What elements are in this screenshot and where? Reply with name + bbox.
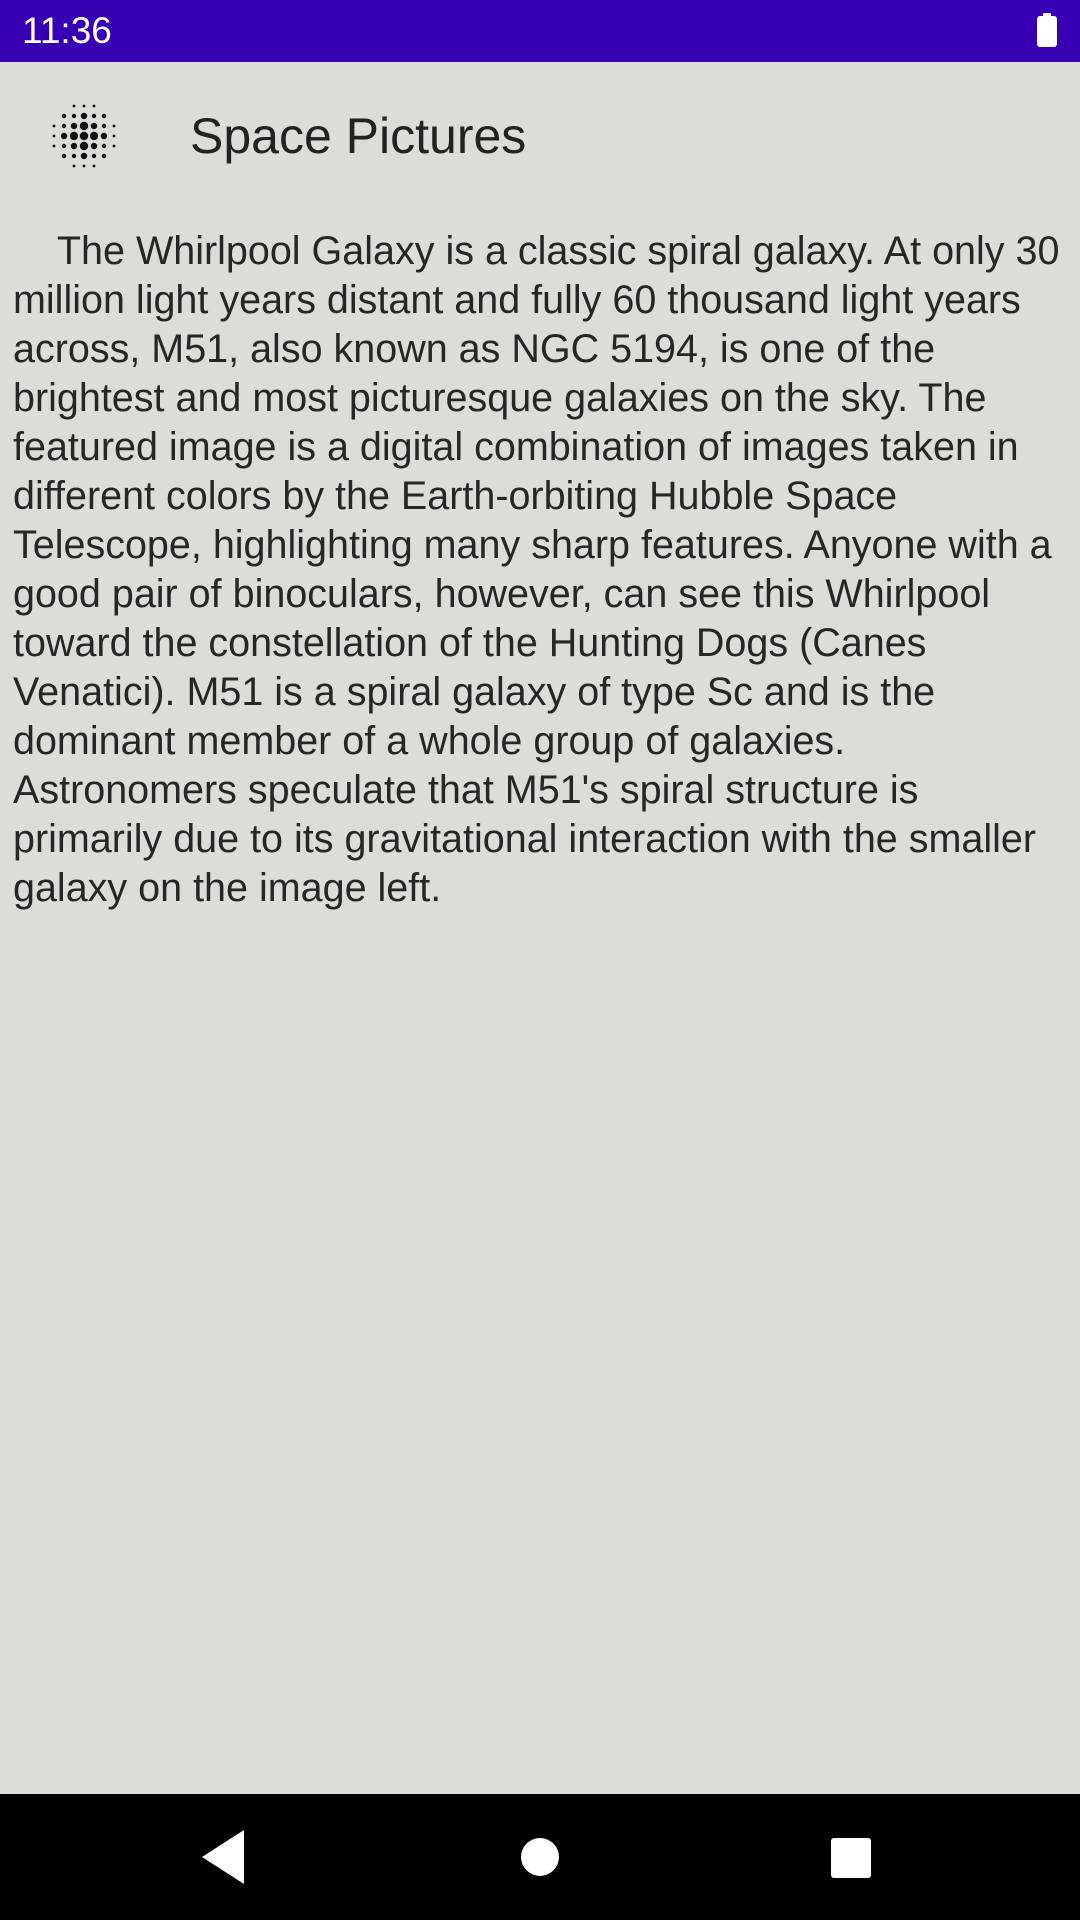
galaxy-dot	[72, 104, 76, 108]
galaxy-dot	[79, 121, 89, 131]
galaxy-dot	[80, 112, 88, 120]
galaxy-dot	[101, 143, 107, 149]
galaxy-dot	[70, 122, 78, 130]
galaxy-dot	[90, 142, 98, 150]
screen: 11:36 Space Pictures The Whirlpool Galax…	[0, 0, 1080, 1920]
galaxy-dot	[52, 134, 56, 138]
galaxy-dot	[82, 104, 86, 108]
galaxy-dots-icon	[52, 104, 116, 168]
navigation-bar	[0, 1794, 1080, 1920]
galaxy-dot	[89, 131, 99, 141]
galaxy-dot	[61, 113, 67, 119]
galaxy-dot	[92, 104, 96, 108]
galaxy-dot	[91, 113, 97, 119]
status-bar: 11:36	[0, 0, 1080, 62]
galaxy-dot	[79, 141, 89, 151]
galaxy-dot	[112, 134, 116, 138]
galaxy-dot	[60, 132, 68, 140]
galaxy-dot	[82, 164, 86, 168]
back-triangle-icon[interactable]	[188, 1822, 258, 1892]
galaxy-dot	[112, 144, 116, 148]
galaxy-dot	[70, 142, 78, 150]
galaxy-dot	[91, 153, 97, 159]
app-title: Space Pictures	[190, 108, 527, 164]
galaxy-dot	[52, 124, 56, 128]
galaxy-dot	[101, 153, 107, 159]
home-circle-icon[interactable]	[505, 1822, 575, 1892]
galaxy-dot	[79, 131, 89, 141]
galaxy-dot	[52, 144, 56, 148]
galaxy-dot	[90, 122, 98, 130]
galaxy-dot	[92, 164, 96, 168]
galaxy-dot	[71, 153, 77, 159]
galaxy-dot	[72, 164, 76, 168]
status-time: 11:36	[22, 10, 112, 51]
galaxy-dot	[69, 131, 79, 141]
app-bar: Space Pictures	[0, 62, 1080, 212]
galaxy-dot	[61, 123, 67, 129]
recents-square-icon[interactable]	[815, 1822, 885, 1892]
galaxy-dot	[61, 153, 67, 159]
galaxy-dot	[80, 152, 88, 160]
galaxy-description: The Whirlpool Galaxy is a classic spiral…	[13, 229, 1071, 910]
galaxy-dot	[101, 113, 107, 119]
battery-full-icon	[1037, 13, 1057, 47]
galaxy-dot	[61, 143, 67, 149]
galaxy-dot	[112, 124, 116, 128]
galaxy-dot	[71, 113, 77, 119]
galaxy-dot	[100, 132, 108, 140]
galaxy-dot	[101, 123, 107, 129]
